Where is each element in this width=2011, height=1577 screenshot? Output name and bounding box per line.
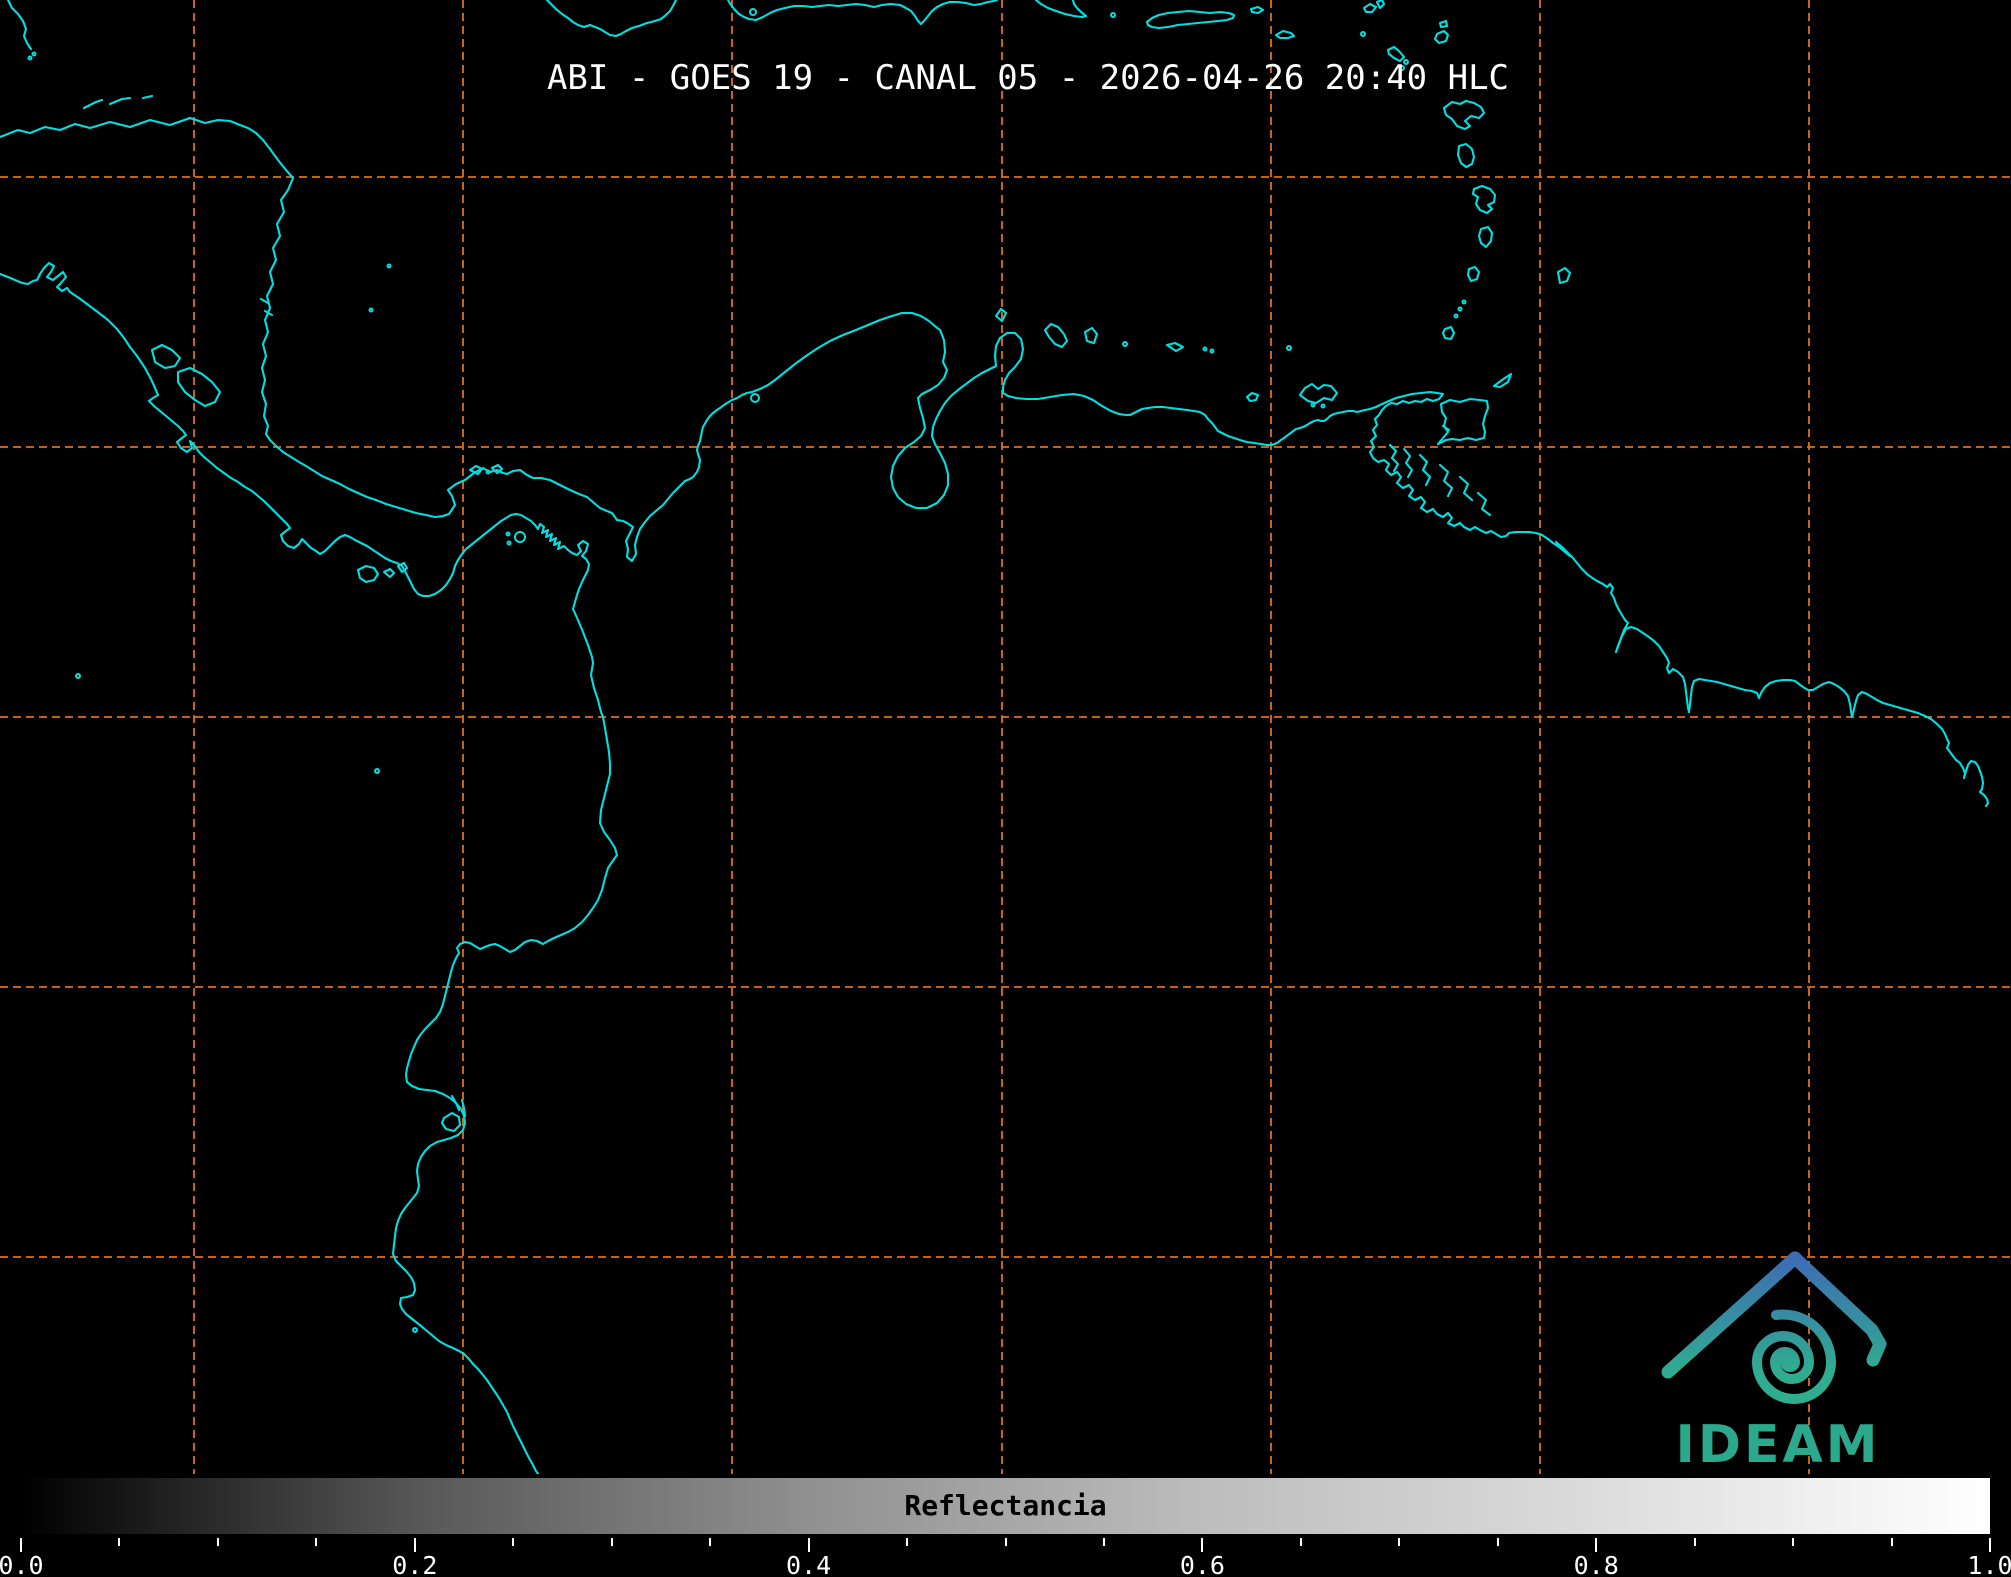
colorbar-label: Reflectancia xyxy=(904,1489,1107,1522)
colorbar-tick-label: 1.0 xyxy=(1967,1551,2011,1577)
colorbar-minor-tick xyxy=(315,1538,318,1546)
coastlines xyxy=(0,0,1990,1474)
colorbar-tick-label: 0.0 xyxy=(0,1551,44,1577)
colorbar-major-tick xyxy=(1201,1538,1204,1552)
colorbar-major-tick xyxy=(20,1538,22,1552)
colorbar-minor-tick xyxy=(1299,1538,1302,1546)
colorbar-major-tick xyxy=(413,1538,416,1552)
colorbar-minor-tick xyxy=(1890,1538,1893,1546)
image-title: ABI - GOES 19 - CANAL 05 - 2026-04-26 20… xyxy=(546,58,1510,98)
colorbar-major-tick xyxy=(1989,1538,1991,1552)
colorbar-minor-tick xyxy=(118,1538,121,1546)
colorbar-minor-tick xyxy=(709,1538,712,1546)
ideam-logo: IDEAM xyxy=(1661,1251,1887,1474)
colorbar-tick-label: 0.6 xyxy=(1179,1551,1225,1577)
colorbar-minor-tick xyxy=(610,1538,613,1546)
map-canvas: IDEAM xyxy=(0,0,2011,1474)
logo-text: IDEAM xyxy=(1675,1415,1880,1474)
colorbar-minor-tick xyxy=(1398,1538,1401,1546)
colorbar-minor-tick xyxy=(512,1538,515,1546)
reflectance-colorbar: Reflectancia xyxy=(17,1474,1994,1538)
colorbar-minor-tick xyxy=(906,1538,909,1546)
satellite-image-viewer: IDEAM ABI - GOES 19 - CANAL 05 - 2026-04… xyxy=(0,0,2011,1577)
colorbar-major-tick xyxy=(1595,1538,1598,1552)
colorbar-minor-tick xyxy=(1004,1538,1007,1546)
colorbar-minor-tick xyxy=(1792,1538,1795,1546)
colorbar-tick-label: 0.4 xyxy=(786,1551,832,1577)
colorbar-minor-tick xyxy=(1693,1538,1696,1546)
colorbar-tick-label: 0.2 xyxy=(392,1551,438,1577)
latlon-gridlines xyxy=(0,0,2011,1474)
colorbar-tick-label: 0.8 xyxy=(1573,1551,1619,1577)
colorbar-minor-tick xyxy=(216,1538,219,1546)
colorbar-minor-tick xyxy=(1102,1538,1105,1546)
colorbar-minor-tick xyxy=(1496,1538,1499,1546)
colorbar-major-tick xyxy=(807,1538,810,1552)
logo-hurricane-spiral-icon xyxy=(1751,1309,1837,1404)
